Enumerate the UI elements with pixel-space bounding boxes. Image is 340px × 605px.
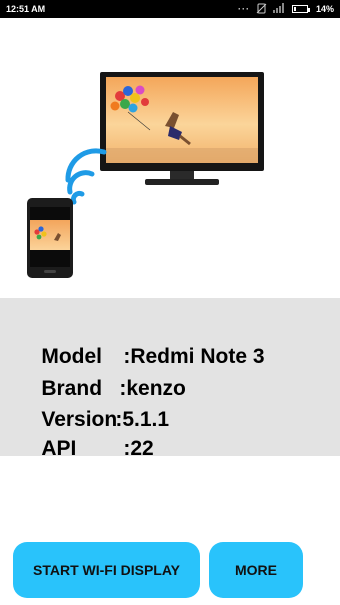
device-info-panel: Model:Redmi Note 3 Brand:kenzo Version:5… bbox=[0, 298, 340, 460]
status-bar: 12:51 AM ··· 14% bbox=[0, 0, 340, 18]
more-button[interactable]: MORE bbox=[209, 542, 303, 598]
info-value-api: :22 bbox=[123, 437, 154, 460]
no-sim-icon bbox=[256, 3, 267, 16]
wifi-waves-icon bbox=[65, 148, 107, 205]
more-dots-icon: ··· bbox=[237, 4, 250, 14]
info-row-api: API :22 bbox=[18, 413, 154, 485]
battery-icon bbox=[291, 5, 310, 13]
signal-icon bbox=[272, 3, 286, 15]
phone-icon bbox=[27, 198, 73, 278]
status-time: 12:51 AM bbox=[6, 4, 46, 14]
status-icons: ··· 14% bbox=[238, 3, 334, 15]
info-label-api: API bbox=[41, 437, 77, 460]
battery-percent: 14% bbox=[315, 4, 334, 14]
cast-illustration bbox=[0, 18, 340, 298]
start-wifi-display-button[interactable]: START WI-FI DISPLAY bbox=[13, 542, 200, 598]
tv-icon bbox=[100, 72, 264, 185]
